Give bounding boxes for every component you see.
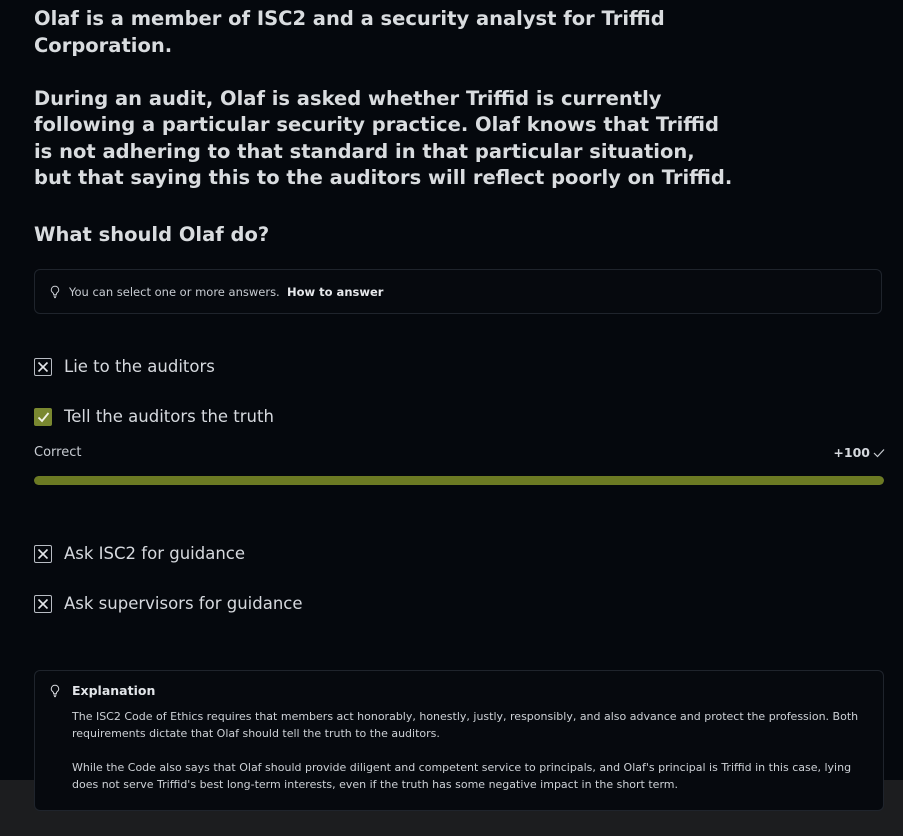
question-text: Olaf is a member of ISC2 and a security … [34, 6, 734, 192]
hint-text: You can select one or more answers. [69, 285, 280, 299]
explanation-paragraph-2: While the Code also says that Olaf shoul… [72, 761, 852, 791]
quiz-page: Olaf is a member of ISC2 and a security … [0, 0, 903, 836]
explanation-title: Explanation [72, 683, 156, 698]
explanation-body: The ISC2 Code of Ethics requires that me… [72, 708, 862, 793]
result-label: Correct [34, 445, 82, 460]
x-icon [37, 361, 49, 373]
check-icon [873, 448, 885, 457]
score-progress-fill [34, 476, 884, 485]
answer-option-supervisors[interactable]: Ask supervisors for guidance [34, 594, 303, 614]
answer-hint-box: You can select one or more answers. How … [34, 269, 882, 314]
lightbulb-icon [50, 684, 60, 698]
answer-option-truth[interactable]: Tell the auditors the truth [34, 407, 274, 427]
lightbulb-icon [50, 285, 60, 299]
answer-label: Ask ISC2 for guidance [64, 544, 246, 563]
answer-checkbox[interactable] [34, 545, 52, 563]
score-progress-bar [34, 476, 884, 485]
question-paragraph-1: Olaf is a member of ISC2 and a security … [34, 7, 665, 57]
x-icon [37, 598, 49, 610]
check-icon [37, 412, 49, 423]
answer-checkbox[interactable] [34, 358, 52, 376]
explanation-paragraph-1: The ISC2 Code of Ethics requires that me… [72, 710, 859, 740]
answer-checkbox[interactable] [34, 595, 52, 613]
answer-label: Ask supervisors for guidance [64, 594, 303, 613]
answer-label: Lie to the auditors [64, 357, 215, 376]
how-to-answer-link[interactable]: How to answer [287, 285, 383, 299]
points-value: +100 [833, 445, 870, 460]
answer-option-lie[interactable]: Lie to the auditors [34, 357, 215, 377]
answer-label: Tell the auditors the truth [64, 407, 274, 426]
points-badge: +100 [833, 445, 885, 460]
x-icon [37, 548, 49, 560]
explanation-box: Explanation The ISC2 Code of Ethics requ… [34, 670, 884, 811]
answer-checkbox[interactable] [34, 408, 52, 426]
question-paragraph-2: During an audit, Olaf is asked whether T… [34, 86, 733, 190]
answer-option-isc2[interactable]: Ask ISC2 for guidance [34, 544, 245, 564]
question-prompt: What should Olaf do? [34, 223, 270, 246]
